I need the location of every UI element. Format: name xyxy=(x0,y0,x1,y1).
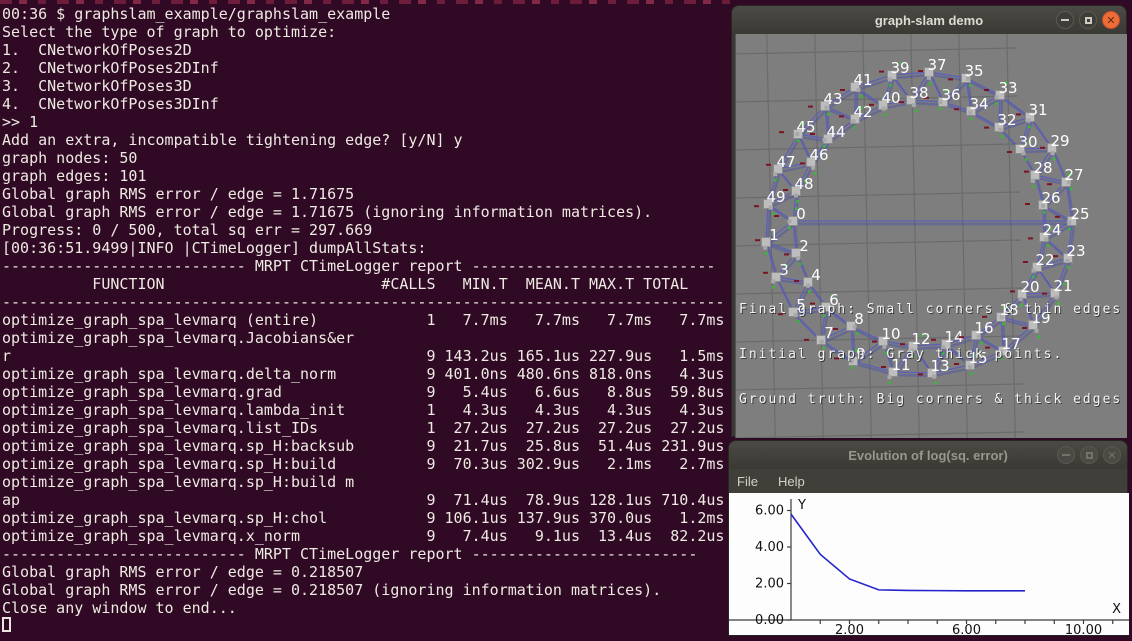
menu-help[interactable]: Help xyxy=(768,469,815,493)
minimize-icon xyxy=(1062,454,1070,456)
legend-line-groundtruth: Ground truth: Big corners & thick edges xyxy=(739,392,1122,407)
menubar: File Help xyxy=(729,469,1127,493)
close-button[interactable]: ✕ xyxy=(1103,446,1121,464)
svg-text:44: 44 xyxy=(826,123,845,141)
svg-text:48: 48 xyxy=(794,175,813,193)
clipped-previous-line xyxy=(0,0,730,4)
svg-text:0: 0 xyxy=(796,205,806,223)
desktop: 00:36 $ graphslam_example/graphslam_exam… xyxy=(0,0,1132,641)
svg-text:29: 29 xyxy=(1050,132,1069,150)
svg-text:34: 34 xyxy=(969,95,988,113)
svg-text:10.00: 10.00 xyxy=(1065,623,1102,635)
graph-slam-window: graph-slam demo ✕ 0123456789101112131415… xyxy=(731,5,1127,437)
svg-text:46: 46 xyxy=(809,146,828,164)
graph-slam-titlebar[interactable]: graph-slam demo ✕ xyxy=(732,6,1126,34)
minimize-icon xyxy=(1061,19,1069,21)
svg-text:26: 26 xyxy=(1041,189,1060,207)
svg-text:31: 31 xyxy=(1028,101,1047,119)
svg-text:38: 38 xyxy=(909,84,928,102)
close-icon: ✕ xyxy=(1107,450,1116,461)
svg-text:39: 39 xyxy=(890,59,909,77)
svg-text:33: 33 xyxy=(998,79,1017,97)
svg-text:35: 35 xyxy=(964,62,983,80)
svg-text:40: 40 xyxy=(881,89,900,107)
svg-text:36: 36 xyxy=(941,86,960,104)
minimize-button[interactable] xyxy=(1057,446,1075,464)
maximize-icon xyxy=(1086,452,1093,459)
svg-text:43: 43 xyxy=(823,90,842,108)
maximize-button[interactable] xyxy=(1080,446,1098,464)
svg-text:47: 47 xyxy=(776,153,795,171)
svg-text:1: 1 xyxy=(769,226,779,244)
close-icon: ✕ xyxy=(1106,15,1115,26)
svg-text:49: 49 xyxy=(766,188,785,206)
svg-text:2.00: 2.00 xyxy=(755,577,784,592)
svg-text:22: 22 xyxy=(1035,251,1054,269)
error-plot-canvas: 2.00 6.00 10.00 0.00 2.00 4.00 6.00 Y X xyxy=(729,493,1129,635)
menu-file[interactable]: File xyxy=(729,469,768,493)
legend-line-final: Final graph: Small corners & thin edges xyxy=(739,302,1122,317)
minimize-button[interactable] xyxy=(1056,11,1074,29)
terminal-cursor xyxy=(2,617,11,632)
window-title: graph-slam demo xyxy=(875,13,983,28)
error-plot-titlebar[interactable]: Evolution of log(sq. error) ✕ xyxy=(729,441,1127,469)
svg-text:37: 37 xyxy=(927,56,946,74)
error-plot-window: Evolution of log(sq. error) ✕ File Help … xyxy=(728,440,1128,636)
svg-text:28: 28 xyxy=(1033,159,1052,177)
svg-text:27: 27 xyxy=(1064,166,1083,184)
terminal-window[interactable]: 00:36 $ graphslam_example/graphslam_exam… xyxy=(0,0,737,641)
svg-text:25: 25 xyxy=(1070,205,1089,223)
svg-text:Y: Y xyxy=(797,498,806,513)
svg-text:4.00: 4.00 xyxy=(755,540,784,555)
graph-3d-viewport[interactable]: 0123456789101112131415161718192021222324… xyxy=(735,34,1127,438)
svg-text:24: 24 xyxy=(1042,221,1061,239)
graph-legend-overlay: Final graph: Small corners & thin edges … xyxy=(739,272,1122,437)
svg-text:41: 41 xyxy=(853,71,872,89)
svg-text:30: 30 xyxy=(1018,133,1037,151)
error-plot-area[interactable]: 2.00 6.00 10.00 0.00 2.00 4.00 6.00 Y X xyxy=(729,493,1129,635)
maximize-icon xyxy=(1085,17,1092,24)
legend-line-initial: Initial graph: Gray thick points. xyxy=(739,347,1122,362)
svg-text:X: X xyxy=(1112,602,1121,617)
svg-text:32: 32 xyxy=(997,111,1016,129)
maximize-button[interactable] xyxy=(1079,11,1097,29)
svg-text:6.00: 6.00 xyxy=(952,623,981,635)
svg-text:45: 45 xyxy=(796,118,815,136)
svg-text:6.00: 6.00 xyxy=(755,504,784,519)
close-button[interactable]: ✕ xyxy=(1102,11,1120,29)
svg-text:2: 2 xyxy=(799,237,809,255)
svg-text:2.00: 2.00 xyxy=(835,623,864,635)
svg-text:0.00: 0.00 xyxy=(755,613,784,628)
terminal-output: 00:36 $ graphslam_example/graphslam_exam… xyxy=(2,5,724,617)
svg-text:42: 42 xyxy=(853,103,872,121)
window-title: Evolution of log(sq. error) xyxy=(848,448,1008,463)
svg-text:23: 23 xyxy=(1066,242,1085,260)
